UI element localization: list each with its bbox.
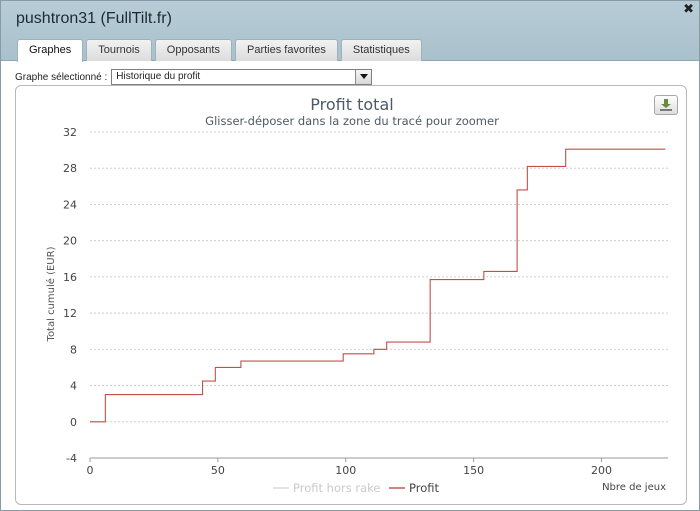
- y-axis-label: Total cumulé (EUR): [45, 246, 57, 342]
- tab-opposants[interactable]: Opposants: [154, 39, 232, 61]
- close-icon[interactable]: ✖: [683, 2, 694, 15]
- chart-panel: -4 0 4 8 12 16 20 24 28 32 0 50 100 150 200 Profit tot…: [15, 85, 687, 505]
- x-tick-label: 150: [463, 464, 484, 477]
- app-window: pushtron31 (FullTilt.fr) ✖ Graphes Tourn…: [0, 0, 700, 511]
- graph-select-value: Historique du profit: [116, 71, 201, 82]
- graph-selector-row: Graphe sélectionné : Historique du profi…: [15, 69, 373, 85]
- chart-title: Profit total: [310, 95, 393, 114]
- y-tick-label: 8: [70, 343, 77, 356]
- graph-select[interactable]: Historique du profit: [111, 69, 373, 85]
- axes: -4 0 4 8 12 16 20 24 28 32 0 50 100 150 200: [63, 126, 668, 477]
- y-tick-label: 32: [63, 126, 77, 139]
- tab-graphes[interactable]: Graphes: [17, 39, 84, 62]
- graph-selector-label: Graphe sélectionné :: [15, 71, 108, 83]
- y-tick-label: 16: [63, 271, 77, 284]
- y-tick-label: 28: [63, 162, 77, 175]
- legend-label: Profit: [409, 481, 439, 495]
- tab-bar: Graphes Tournois Opposants Parties favor…: [17, 39, 422, 62]
- legend-item-profit[interactable]: Profit: [389, 481, 439, 495]
- x-tick-label: 100: [335, 464, 356, 477]
- y-tick-label: -4: [66, 452, 77, 465]
- x-tick-label: 50: [211, 464, 225, 477]
- tab-statistiques[interactable]: Statistiques: [340, 39, 422, 61]
- x-axis-label: Nbre de jeux: [602, 482, 666, 493]
- tab-parties-favorites[interactable]: Parties favorites: [234, 39, 338, 61]
- window-title: pushtron31 (FullTilt.fr): [16, 10, 172, 27]
- legend-label: Profit hors rake: [293, 481, 380, 495]
- x-tick-label: 0: [87, 464, 94, 477]
- tab-tournois[interactable]: Tournois: [86, 39, 152, 61]
- y-tick-label: 20: [63, 235, 77, 248]
- title-bar: pushtron31 (FullTilt.fr) ✖ Graphes Tourn…: [1, 1, 699, 62]
- profit-chart[interactable]: -4 0 4 8 12 16 20 24 28 32 0 50 100 150 200 Profit tot…: [16, 86, 686, 504]
- y-tick-label: 4: [70, 380, 77, 393]
- legend: Profit hors rake Profit: [273, 481, 439, 495]
- series-layer: [90, 148, 666, 423]
- triangle-down-icon: [359, 74, 368, 79]
- dropdown-button[interactable]: [355, 70, 372, 84]
- y-tick-label: 12: [63, 307, 77, 320]
- y-tick-label: 24: [63, 198, 77, 211]
- grid: [90, 131, 668, 423]
- legend-item-profit-hors-rake[interactable]: Profit hors rake: [273, 481, 380, 495]
- series-line-profit[interactable]: [90, 148, 666, 423]
- y-tick-label: 0: [70, 416, 77, 429]
- x-tick-label: 200: [591, 464, 612, 477]
- chart-subtitle: Glisser-déposer dans la zone du tracé po…: [205, 114, 499, 128]
